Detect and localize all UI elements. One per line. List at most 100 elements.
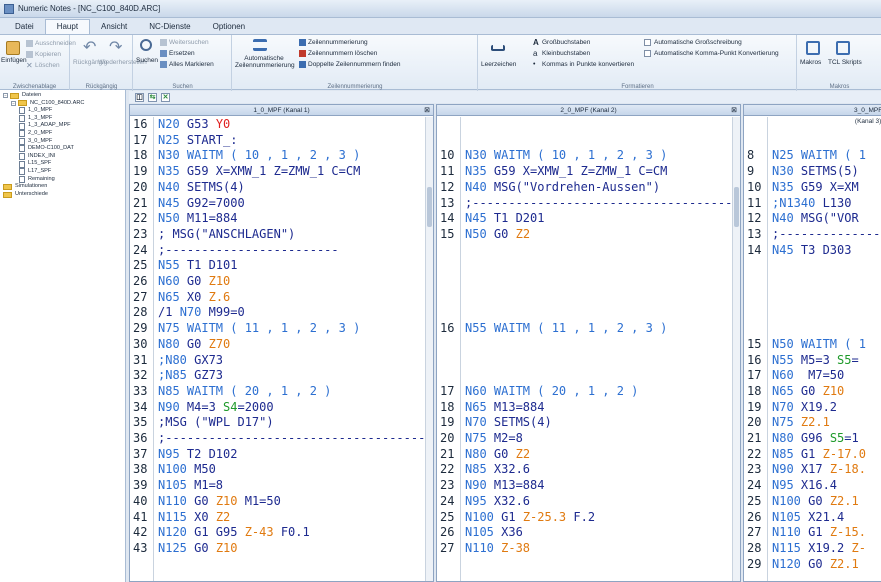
code-line[interactable] <box>744 117 881 133</box>
tcl-scripts-icon[interactable] <box>836 41 850 55</box>
tree-item[interactable]: L17_SPF <box>0 168 125 176</box>
code-line[interactable]: 28 N115 X19.2 Z- <box>744 541 881 557</box>
expand-icon[interactable]: − <box>3 93 8 99</box>
code-line[interactable]: 21 N80 G0 Z2 <box>437 447 740 463</box>
code-line[interactable] <box>437 290 740 306</box>
code-line[interactable]: 9 N30 SETMS(5) <box>744 164 881 180</box>
undo-icon[interactable]: ↶ <box>83 40 97 56</box>
replace-button[interactable]: Ersetzen <box>160 50 195 57</box>
code-area[interactable]: 16 N20 G53 Y0 17 N25 START_: 18 N30 WAITM ( 1… <box>130 117 433 581</box>
code-line[interactable]: 28/1 N70 M99=0 <box>130 305 433 321</box>
code-line[interactable]: 19 N70 SETMS(4) <box>437 415 740 431</box>
mark-all-button[interactable]: Alles Markieren <box>160 61 214 68</box>
find-next-button[interactable]: Weitersuchen <box>160 39 209 46</box>
editor-pane-kanal-2[interactable]: 2_0_MPF (Kanal 2) ⊠ 10 N30 WAITM ( 10 , 1 … <box>436 104 741 582</box>
tree-item[interactable]: INDEX_INI <box>0 153 125 161</box>
code-line[interactable] <box>744 258 881 274</box>
auto-numbering-button[interactable]: Automatische Zeilennummerierung <box>235 55 295 69</box>
paste-icon[interactable] <box>6 41 20 55</box>
vertical-scrollbar[interactable] <box>425 117 433 581</box>
code-line[interactable]: 17 N60 M7=50 <box>744 368 881 384</box>
sync-icon[interactable]: ⇆ <box>148 92 157 102</box>
code-line[interactable]: 27 N110 Z-38 <box>437 541 740 557</box>
editor-pane-kanal-3[interactable]: 3_0_MPF (Kanal 3) 8 N25 WAITM ( 1 9 N30 SET… <box>743 104 881 582</box>
binoculars-icon[interactable] <box>140 39 152 51</box>
code-line[interactable]: 20 N40 SETMS(4) <box>130 180 433 196</box>
code-line[interactable]: 11 ;N1340 L130 <box>744 196 881 212</box>
code-line[interactable]: 34 N90 M4=3 S4=2000 <box>130 400 433 416</box>
tree-item[interactable]: DEMO-C100_DAT <box>0 145 125 153</box>
code-line[interactable] <box>744 305 881 321</box>
code-line[interactable]: 30 N80 G0 Z70 <box>130 337 433 353</box>
menu-nc-dienste[interactable]: NC-Dienste <box>138 20 201 34</box>
code-line[interactable]: 25 N100 G0 Z2.1 <box>744 494 881 510</box>
code-line[interactable]: 23 N90 X17 Z-18. <box>744 462 881 478</box>
menu-ansicht[interactable]: Ansicht <box>90 20 138 34</box>
code-line[interactable]: 16 N55 WAITM ( 11 , 1 , 2 , 3 ) <box>437 321 740 337</box>
code-line[interactable]: 23 N90 M13=884 <box>437 478 740 494</box>
code-line[interactable]: 38 N100 M50 <box>130 462 433 478</box>
code-line[interactable] <box>437 133 740 149</box>
code-line[interactable]: 29 N120 G0 Z2.1 <box>744 557 881 573</box>
code-line[interactable] <box>437 258 740 274</box>
delete-button[interactable]: ✕ Löschen <box>26 62 60 70</box>
code-line[interactable]: 35 ;MSG ("WPL D17") <box>130 415 433 431</box>
tcl-scripts-button[interactable]: TCL Skripts <box>828 59 862 66</box>
delete-line-numbers-button[interactable]: Zeilennummern löschen <box>299 50 377 57</box>
code-line[interactable]: 19 N35 G59 X=XMW_1 Z=ZMW_1 C=CM <box>130 164 433 180</box>
code-line[interactable]: 17 N25 START_: <box>130 133 433 149</box>
code-line[interactable] <box>437 117 740 133</box>
code-line[interactable]: 14 N45 T3 D303 <box>744 243 881 259</box>
code-line[interactable]: 18 N65 G0 Z10 <box>744 384 881 400</box>
vertical-scrollbar[interactable] <box>732 117 740 581</box>
code-line[interactable]: 11 N35 G59 X=XMW_1 Z=ZMW_1 C=CM <box>437 164 740 180</box>
code-line[interactable]: 13 ;------------------------------------ <box>437 196 740 212</box>
macros-icon[interactable] <box>806 41 820 55</box>
cut-button[interactable]: Ausschneiden <box>26 40 76 47</box>
auto-comma-checkbox[interactable]: Automatische Komma-Punkt Konvertierung <box>644 50 779 57</box>
code-line[interactable]: 41 N115 X0 Z2 <box>130 510 433 526</box>
code-line[interactable]: 29 N75 WAITM ( 11 , 1 , 2 , 3 ) <box>130 321 433 337</box>
uppercase-button[interactable]: A Großbuchstaben <box>533 39 590 47</box>
tree-item[interactable]: − Dateien <box>0 92 125 100</box>
tree-item[interactable]: L15_SPF <box>0 160 125 168</box>
code-line[interactable]: 27 N65 X0 Z.6 <box>130 290 433 306</box>
menu-datei[interactable]: Datei <box>4 20 45 34</box>
code-line[interactable]: 40 N110 G0 Z10 M1=50 <box>130 494 433 510</box>
code-line[interactable] <box>437 305 740 321</box>
code-line[interactable]: 22 N85 G1 Z-17.0 <box>744 447 881 463</box>
code-line[interactable]: 24 N95 X16.4 <box>744 478 881 494</box>
pane-pin-icon[interactable]: ⊠ <box>731 105 737 116</box>
code-line[interactable] <box>744 321 881 337</box>
close-compare-icon[interactable]: ✕ <box>161 92 170 102</box>
code-line[interactable]: 26 N60 G0 Z10 <box>130 274 433 290</box>
code-line[interactable]: 20 N75 Z2.1 <box>744 415 881 431</box>
commas-to-points-button[interactable]: • Kommas in Punkte konvertieren <box>533 61 634 68</box>
code-line[interactable]: 43 N125 G0 Z10 <box>130 541 433 557</box>
code-line[interactable] <box>437 337 740 353</box>
code-line[interactable]: 33 N85 WAITM ( 20 , 1 , 2 ) <box>130 384 433 400</box>
tree-item[interactable]: 1_3_MPF <box>0 115 125 123</box>
code-line[interactable]: 22 N85 X32.6 <box>437 462 740 478</box>
tree-item[interactable]: 2_0_MPF <box>0 130 125 138</box>
code-line[interactable] <box>437 243 740 259</box>
code-line[interactable]: 18 N65 M13=884 <box>437 400 740 416</box>
code-line[interactable]: 16 N55 M5=3 S5= <box>744 353 881 369</box>
code-line[interactable]: 27 N110 G1 Z-15. <box>744 525 881 541</box>
code-line[interactable]: 25 N55 T1 D101 <box>130 258 433 274</box>
code-line[interactable] <box>744 274 881 290</box>
code-line[interactable] <box>437 368 740 384</box>
code-line[interactable]: 25 N100 G1 Z-25.3 F.2 <box>437 510 740 526</box>
code-line[interactable]: 12 N40 MSG("Vordrehen-Aussen") <box>437 180 740 196</box>
code-line[interactable]: 31 ;N80 GX73 <box>130 353 433 369</box>
lowercase-button[interactable]: a Kleinbuchstaben <box>533 50 590 58</box>
code-line[interactable]: 16 N20 G53 Y0 <box>130 117 433 133</box>
paste-button[interactable]: Einfügen <box>1 57 27 64</box>
code-line[interactable]: 24 ;------------------------ <box>130 243 433 259</box>
macros-button[interactable]: Makros <box>800 59 821 66</box>
tree-item[interactable]: Unterschiede <box>0 191 125 199</box>
code-line[interactable]: 8 N25 WAITM ( 1 <box>744 148 881 164</box>
auto-uppercase-checkbox[interactable]: Automatische Großschreibung <box>644 39 742 46</box>
code-line[interactable]: 14 N45 T1 D201 <box>437 211 740 227</box>
code-line[interactable] <box>744 133 881 149</box>
